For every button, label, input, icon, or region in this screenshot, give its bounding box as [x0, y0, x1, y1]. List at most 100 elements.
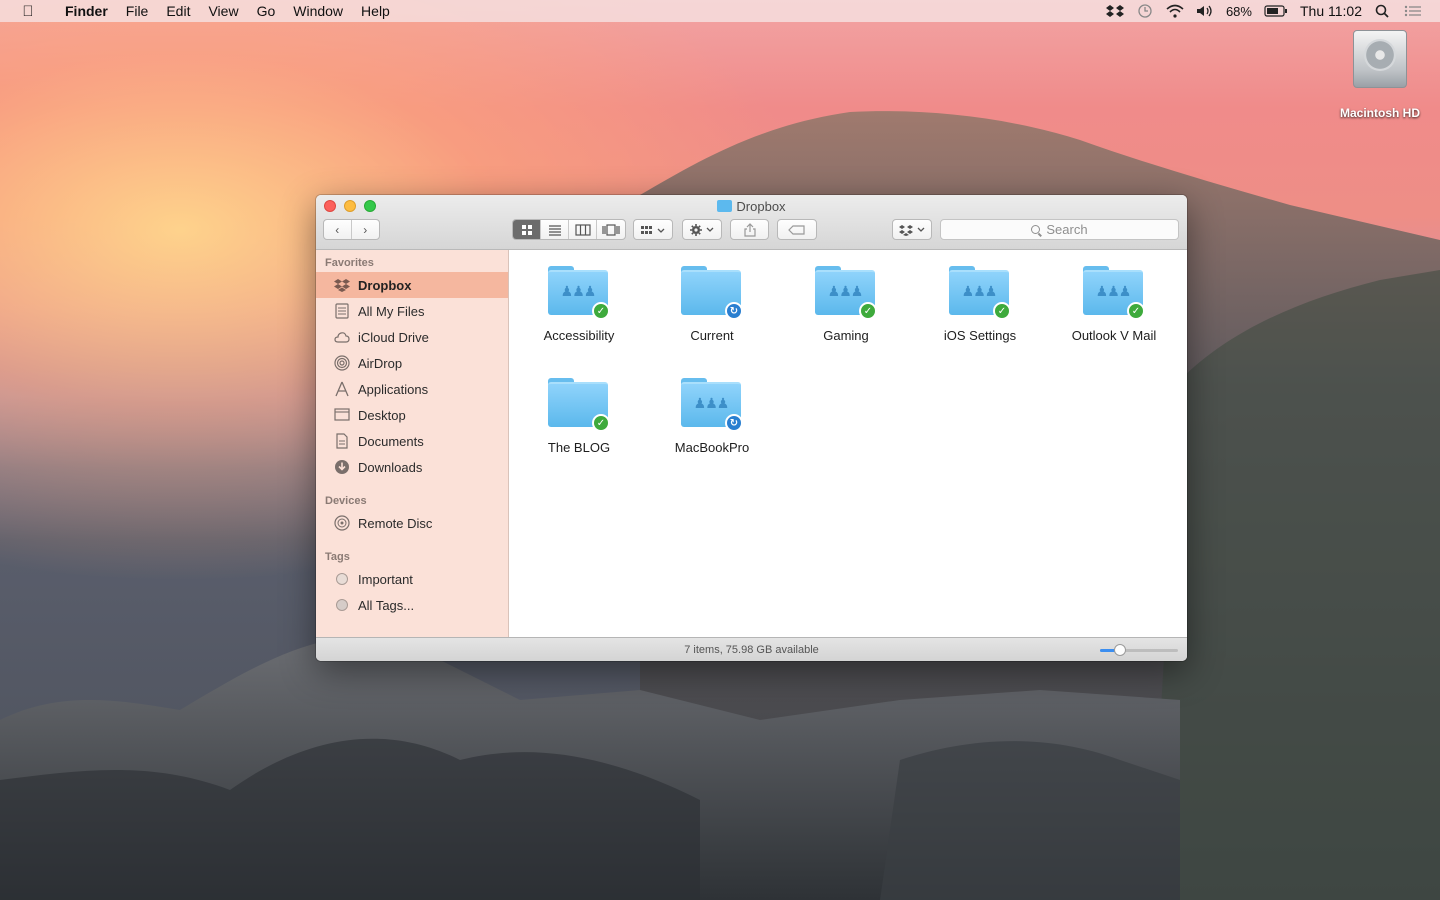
menu-bar:  Finder File Edit View Go Window Help 6… — [0, 0, 1440, 22]
forward-button[interactable]: › — [352, 220, 379, 239]
cover-flow-button[interactable] — [597, 220, 625, 239]
file-name: MacBookPro — [674, 440, 750, 455]
search-field[interactable]: Search — [940, 219, 1179, 240]
sidebar-item-remote-disc[interactable]: Remote Disc — [316, 510, 508, 536]
cloud-icon — [334, 329, 350, 345]
nav-buttons: ‹ › — [323, 219, 380, 240]
search-placeholder: Search — [1046, 222, 1088, 237]
share-button[interactable] — [730, 219, 769, 240]
file-item-macbookpro[interactable]: ♟♟♟ ↻ MacBookPro — [647, 378, 777, 455]
desktop-icon — [334, 407, 350, 423]
disc-icon — [334, 515, 350, 531]
sidebar-item-label: All Tags... — [358, 597, 415, 613]
file-name: Accessibility — [543, 328, 615, 343]
back-button[interactable]: ‹ — [324, 220, 352, 239]
slider-knob[interactable] — [1114, 644, 1126, 656]
column-view-button[interactable] — [569, 220, 597, 239]
menu-file[interactable]: File — [117, 3, 158, 19]
sidebar-item-airdrop[interactable]: AirDrop — [316, 350, 508, 376]
sidebar-item-label: Important — [358, 571, 413, 587]
shared-folder-icon: ♟♟♟ ↻ — [681, 378, 743, 432]
edit-tags-button[interactable] — [777, 219, 817, 240]
airdrop-icon — [334, 355, 350, 371]
sidebar-header-devices: Devices — [325, 495, 367, 507]
desktop-hd-item[interactable]: Macintosh HD — [1334, 30, 1426, 120]
sidebar-item-label: Dropbox — [358, 277, 412, 293]
sidebar: Favorites Dropbox All My Files iCloud Dr… — [316, 250, 509, 637]
title-bar[interactable]: Dropbox ‹ › Search — [316, 195, 1187, 250]
wifi-icon[interactable] — [1166, 4, 1184, 18]
sidebar-item-label: Documents — [358, 433, 424, 449]
shared-folder-icon: ♟♟♟ ✓ — [949, 266, 1011, 320]
sidebar-header-favorites: Favorites — [325, 257, 374, 269]
file-grid[interactable]: ♟♟♟ ✓ Accessibility ↻ Current ♟♟♟ ✓ Gami… — [509, 250, 1187, 637]
folder-icon: ✓ — [548, 378, 610, 432]
dropbox-icon — [334, 277, 350, 293]
menu-edit[interactable]: Edit — [157, 3, 199, 19]
sidebar-item-all-tags[interactable]: All Tags... — [316, 592, 508, 618]
apple-menu-icon[interactable]:  — [0, 3, 56, 20]
sidebar-item-label: Applications — [358, 381, 429, 397]
menu-view[interactable]: View — [199, 3, 247, 19]
synced-check-icon: ✓ — [1127, 302, 1145, 320]
spotlight-icon[interactable] — [1374, 4, 1392, 18]
file-item-gaming[interactable]: ♟♟♟ ✓ Gaming — [781, 266, 911, 343]
clock[interactable]: Thu 11:02 — [1300, 3, 1362, 19]
battery-percent: 68% — [1225, 3, 1252, 19]
sidebar-item-icloud-drive[interactable]: iCloud Drive — [316, 324, 508, 350]
file-name: The BLOG — [547, 440, 611, 455]
applications-icon — [334, 381, 350, 397]
sidebar-item-desktop[interactable]: Desktop — [316, 402, 508, 428]
arrange-button[interactable] — [633, 219, 673, 240]
menu-window[interactable]: Window — [284, 3, 352, 19]
icon-size-slider[interactable] — [1100, 644, 1178, 656]
notification-center-icon[interactable] — [1404, 4, 1422, 18]
list-view-button[interactable] — [541, 220, 569, 239]
tag-circle-icon — [334, 571, 350, 587]
sidebar-item-tag-important[interactable]: Important — [316, 566, 508, 592]
action-gear-button[interactable] — [682, 219, 722, 240]
file-item-the-blog[interactable]: ✓ The BLOG — [514, 378, 644, 455]
shared-folder-icon: ♟♟♟ ✓ — [815, 266, 877, 320]
dropbox-menu-button[interactable] — [892, 219, 932, 240]
sidebar-item-downloads[interactable]: Downloads — [316, 454, 508, 480]
status-text: 7 items, 75.98 GB available — [684, 643, 819, 656]
status-bar: 7 items, 75.98 GB available — [316, 637, 1187, 661]
documents-icon — [334, 433, 350, 449]
sidebar-item-label: AirDrop — [358, 355, 403, 371]
sidebar-item-label: All My Files — [358, 303, 425, 319]
hd-label: Macintosh HD — [1339, 106, 1420, 120]
sidebar-item-label: Remote Disc — [358, 515, 433, 531]
file-item-ios-settings[interactable]: ♟♟♟ ✓ iOS Settings — [915, 266, 1045, 343]
synced-check-icon: ✓ — [859, 302, 877, 320]
file-item-outlook-v-mail[interactable]: ♟♟♟ ✓ Outlook V Mail — [1049, 266, 1179, 343]
hard-drive-icon[interactable] — [1353, 30, 1407, 88]
synced-check-icon: ✓ — [592, 414, 610, 432]
all-tags-icon — [334, 597, 350, 613]
sidebar-item-all-my-files[interactable]: All My Files — [316, 298, 508, 324]
syncing-arrows-icon: ↻ — [725, 414, 743, 432]
dropbox-folder-icon — [717, 200, 733, 212]
file-item-accessibility[interactable]: ♟♟♟ ✓ Accessibility — [514, 266, 644, 343]
file-item-current[interactable]: ↻ Current — [647, 266, 777, 343]
time-machine-icon[interactable] — [1136, 4, 1154, 18]
sidebar-item-documents[interactable]: Documents — [316, 428, 508, 454]
window-title: Dropbox — [736, 199, 786, 214]
menu-help[interactable]: Help — [352, 3, 399, 19]
sidebar-item-label: iCloud Drive — [358, 329, 429, 345]
sidebar-item-label: Desktop — [358, 407, 406, 423]
menu-app-finder[interactable]: Finder — [56, 3, 117, 19]
battery-icon[interactable] — [1264, 4, 1288, 18]
file-name: Gaming — [823, 328, 869, 343]
file-name: Outlook V Mail — [1071, 328, 1157, 343]
icon-view-button[interactable] — [513, 220, 541, 239]
sidebar-item-applications[interactable]: Applications — [316, 376, 508, 402]
sidebar-header-tags: Tags — [325, 551, 350, 563]
shared-folder-icon: ♟♟♟ ✓ — [548, 266, 610, 320]
sidebar-item-dropbox[interactable]: Dropbox — [316, 272, 508, 298]
menu-go[interactable]: Go — [248, 3, 285, 19]
finder-window: Dropbox ‹ › Search Favorites Dropbox All… — [316, 195, 1187, 661]
search-icon — [1031, 225, 1041, 234]
dropbox-status-icon[interactable] — [1105, 4, 1124, 18]
volume-icon[interactable] — [1196, 4, 1214, 18]
